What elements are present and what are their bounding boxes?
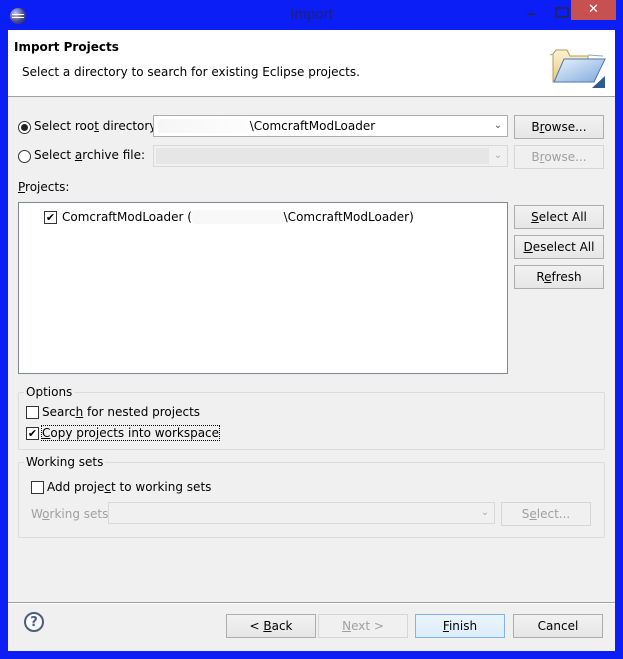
label-text: fresh	[551, 270, 582, 284]
project-name: ComcraftModLoader (	[62, 210, 192, 224]
root-directory-combo[interactable]: C:\Users\Simon\ComcraftModLoader ⌄	[153, 115, 508, 137]
archive-file-radio[interactable]	[18, 150, 31, 163]
close-icon: ✕	[588, 2, 599, 17]
mnemonic: P	[18, 180, 26, 194]
options-group	[18, 392, 605, 450]
deselect-all-button[interactable]: Deselect All	[514, 235, 604, 259]
chevron-down-icon: ⌄	[480, 507, 490, 518]
cancel-button[interactable]: Cancel	[513, 614, 603, 638]
finish-button[interactable]: Finish	[415, 614, 505, 638]
label-text: W	[31, 507, 43, 521]
next-button: Next >	[318, 614, 408, 638]
label-text: eselect All	[532, 240, 595, 254]
help-icon[interactable]: ?	[24, 612, 44, 632]
nested-projects-label[interactable]: Search for nested projects	[42, 405, 200, 419]
label-text: rchive file:	[82, 148, 146, 162]
chevron-down-icon[interactable]: ⌄	[493, 120, 503, 132]
working-sets-group	[18, 462, 605, 538]
label-text: Add proje	[47, 480, 105, 494]
mnemonic: D	[523, 240, 533, 254]
label-text: inish	[448, 619, 478, 633]
archive-file-combo[interactable]: ⌄	[153, 145, 508, 167]
projects-list[interactable]: ✔ ComcraftModLoader (C:\Users\Simon\Comc…	[18, 202, 508, 374]
dialog-body: Import Projects Select a directory to se…	[8, 30, 615, 651]
close-button[interactable]: ✕	[571, 0, 616, 20]
label-text: R	[536, 270, 545, 284]
label-text: ext >	[351, 619, 384, 633]
archive-file-input	[156, 148, 489, 164]
wizard-banner: Import Projects Select a directory to se…	[8, 30, 615, 97]
footer-separator	[8, 602, 615, 604]
page-title: Import Projects	[14, 40, 119, 54]
label-text: B	[531, 120, 540, 134]
nested-projects-checkbox[interactable]	[26, 406, 39, 419]
chevron-down-icon: ⌄	[493, 150, 503, 161]
label-text: Select roo	[34, 119, 95, 133]
visible-path: \ComcraftModLoader	[249, 119, 376, 133]
project-checkbox[interactable]: ✔	[44, 211, 57, 224]
add-to-working-sets-label[interactable]: Add project to working sets	[47, 480, 211, 494]
maximize-icon[interactable]	[550, 0, 570, 21]
label-text: Searc	[42, 405, 76, 419]
label-text: Select	[34, 148, 75, 162]
root-directory-label[interactable]: Select root directory:	[34, 119, 160, 133]
working-sets-label: Working sets:	[31, 507, 112, 521]
page-description: Select a directory to search for existin…	[22, 65, 360, 79]
working-sets-title: Working sets	[24, 455, 106, 469]
mnemonic: e	[544, 270, 552, 284]
project-label: ComcraftModLoader (C:\Users\Simon\Comcra…	[62, 210, 414, 224]
project-path: \ComcraftModLoader)	[283, 210, 414, 224]
working-sets-combo: ⌄	[108, 502, 495, 524]
minimize-icon[interactable]	[520, 0, 540, 21]
mnemonic: B	[263, 619, 272, 633]
mnemonic: e	[529, 507, 537, 521]
root-directory-value: C:\Users\Simon\ComcraftModLoader	[158, 119, 375, 133]
mnemonic: o	[42, 507, 50, 521]
select-working-sets-button: Select...	[501, 502, 591, 526]
label-text: owse...	[544, 120, 587, 134]
browse-root-button[interactable]: Browse...	[514, 115, 604, 139]
projects-label: Projects:	[18, 180, 69, 194]
copy-into-workspace-checkbox[interactable]: ✔	[26, 427, 39, 440]
browse-archive-button: Browse...	[514, 145, 604, 169]
label-text: t to working sets	[111, 480, 212, 494]
label-text: opy projects into workspace	[50, 426, 220, 440]
label-text: for nested projects	[83, 405, 201, 419]
copy-into-workspace-label[interactable]: Copy projects into workspace	[40, 425, 221, 441]
label-text: lect...	[536, 507, 571, 521]
label-text: B	[531, 150, 540, 164]
archive-file-label[interactable]: Select archive file:	[34, 148, 145, 162]
mnemonic: N	[342, 619, 352, 633]
obscured-path: C:\Users\Simon	[191, 210, 284, 224]
label-text: directory:	[98, 119, 160, 133]
back-button[interactable]: < Back	[226, 614, 316, 638]
label-text: ack	[271, 619, 293, 633]
root-directory-radio[interactable]	[18, 121, 31, 134]
select-all-button[interactable]: Select All	[514, 205, 604, 229]
refresh-button[interactable]: Refresh	[514, 265, 604, 289]
add-to-working-sets-checkbox[interactable]	[31, 481, 44, 494]
label-text: rojects:	[25, 180, 70, 194]
label-text: owse...	[544, 150, 587, 164]
title-bar[interactable]: Import ✕	[0, 0, 623, 30]
label-text: rking sets:	[49, 507, 113, 521]
mnemonic: S	[531, 210, 539, 224]
label-text: <	[249, 619, 264, 633]
label-text: elect All	[538, 210, 587, 224]
open-folder-icon	[549, 49, 606, 88]
obscured-path: C:\Users\Simon	[158, 119, 250, 133]
options-title: Options	[24, 385, 75, 399]
